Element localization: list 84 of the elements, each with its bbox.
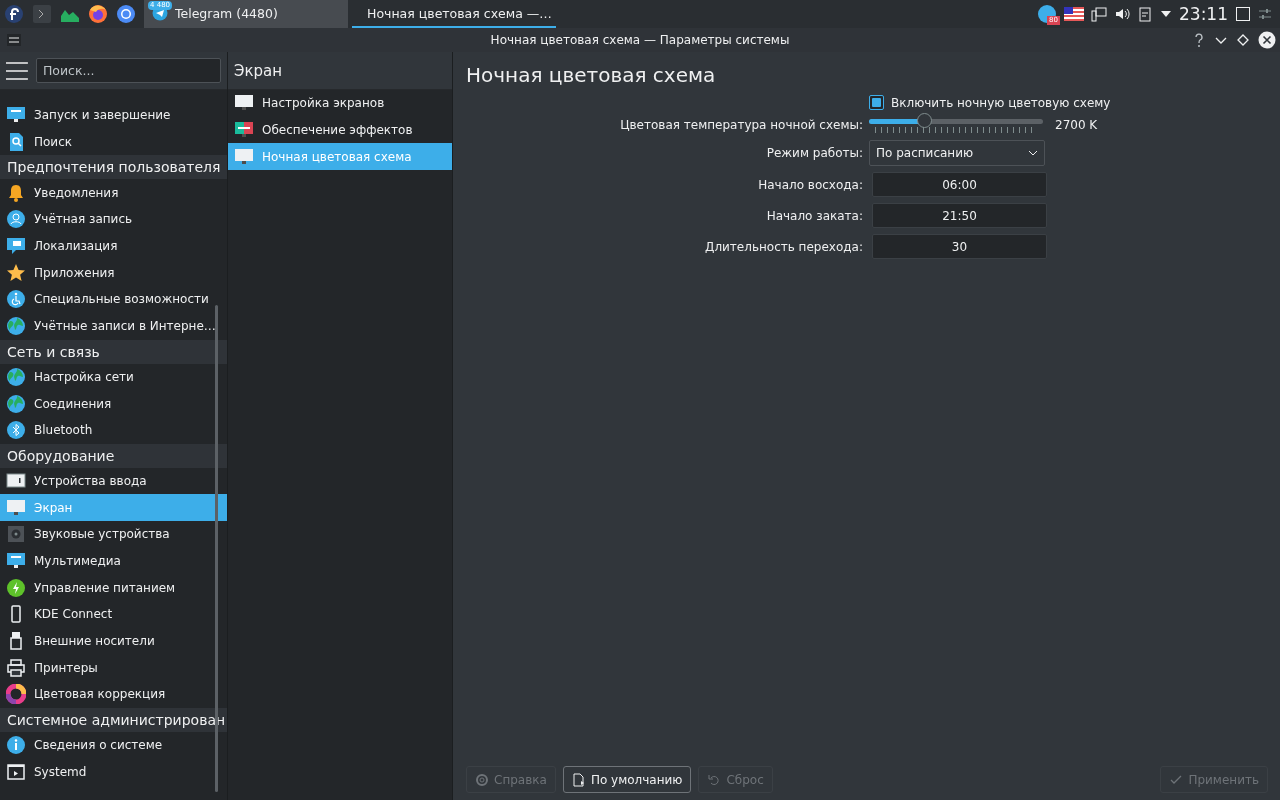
show-desktop-icon[interactable] [1235,6,1251,22]
time-field[interactable]: 21:50 [872,203,1047,228]
network-icon[interactable] [1091,6,1107,22]
field-label: Режим работы: [765,146,863,160]
printer-icon [6,657,26,678]
sidebar-item[interactable]: Мультимедиа [0,547,227,575]
temperature-slider[interactable] [869,116,1043,134]
menu-icon[interactable] [6,60,28,81]
sidebar-item[interactable]: Сведения о системе [0,731,227,759]
sidebar-item[interactable]: Запуск и завершение [0,102,227,129]
defaults-button[interactable]: По умолчанию [562,766,692,793]
search-field[interactable]: Поиск... [35,58,221,83]
monitor-icon [6,550,26,571]
person-icon [6,209,26,230]
sidebar-item[interactable]: Приложения [0,259,227,287]
sidebar-item[interactable]: Цветовая коррекция [0,681,227,708]
monitor-icon [6,497,26,518]
field-label: Начало заката: [765,208,863,223]
undo-icon [707,772,722,787]
chat-icon [6,236,26,257]
monitor-icon [234,146,254,167]
clock[interactable]: 23:11 [1179,4,1228,24]
sidebar-item[interactable]: KDE Connect [0,601,227,628]
field-label: Начало восхода: [757,177,863,192]
caret-icon[interactable] [1160,9,1172,19]
sidebar-item[interactable]: Звуковые устройства [0,520,227,548]
color-wheel-icon [6,684,26,705]
flag-icon[interactable] [1064,7,1084,21]
subpage-item[interactable]: Обеспечение эффектов [228,116,452,144]
sidebar-item[interactable]: Уведомления [0,179,227,207]
sidebar-item[interactable]: Systemd [0,758,227,786]
bluetooth-icon [6,420,26,441]
subpage-item[interactable]: Настройка экранов [228,90,452,117]
bell-icon [6,182,26,203]
sidebar-item[interactable]: Управление питанием [0,574,227,601]
temperature-reading: 2700 K [1055,118,1099,132]
star-icon [6,262,26,283]
sidebar-item[interactable]: Учётная запись [0,206,227,233]
volume-icon[interactable] [1114,6,1130,22]
sidebar-item[interactable]: Bluetooth [0,416,227,444]
window-title: Ночная цветовая схема — Параметры системы [490,33,790,47]
sidebar-item[interactable]: Локализация [0,232,227,260]
category-header: Предпочтения пользователя [0,155,227,180]
category-header: Системное администрирован [0,707,227,732]
category-header: Оборудование [0,443,227,468]
sidebar-item[interactable]: Принтеры [0,654,227,682]
browser-icon[interactable] [116,4,136,24]
help-icon[interactable] [1192,32,1206,48]
globe-icon [6,316,26,337]
page-title: Ночная цветовая схема [466,62,717,89]
speaker-icon [6,524,26,545]
settings-icon[interactable] [1258,7,1272,21]
info-icon [6,735,26,756]
globe-icon [6,393,26,414]
keyboard-icon [6,470,26,491]
category-header: Сеть и связь [0,339,227,364]
maximize-icon[interactable] [1236,33,1250,47]
firefox-icon[interactable] [88,4,108,24]
chevron-icon [1028,149,1038,157]
time-field[interactable]: 30 [872,234,1047,259]
sidebar-item[interactable]: Устройства ввода [0,467,227,495]
sidebar-item[interactable]: Учётные записи в Интерне… [0,312,227,340]
field-label: Длительность перехода: [704,239,863,254]
close-icon[interactable] [1258,31,1276,49]
enable-checkbox[interactable]: Включить ночную цветовую схему [869,95,1268,110]
sidebar-item[interactable]: Специальные возможности [0,286,227,313]
clipboard-icon[interactable] [1137,6,1153,22]
lifebuoy-icon [475,772,489,787]
globe-icon [6,366,26,387]
sidebar-item[interactable]: Внешние носители [0,627,227,655]
window-icon [6,761,26,782]
document-icon [571,772,586,787]
fedora-logo[interactable] [4,4,24,24]
mode-dropdown[interactable]: По расписанию [869,140,1045,166]
slider-thumb[interactable] [916,113,932,128]
settings-icon[interactable] [6,32,22,48]
power-icon [6,577,26,598]
sidebar-item[interactable]: Настройка сети [0,363,227,391]
sidebar-item[interactable]: Поиск [0,128,227,156]
subpage-title: Экран [234,61,283,80]
sidebar-item[interactable]: Соединения [0,390,227,417]
accessibility-icon [6,289,26,310]
field-label: Цветовая температура ночной схемы: [619,118,863,132]
time-field[interactable]: 06:00 [872,172,1047,197]
